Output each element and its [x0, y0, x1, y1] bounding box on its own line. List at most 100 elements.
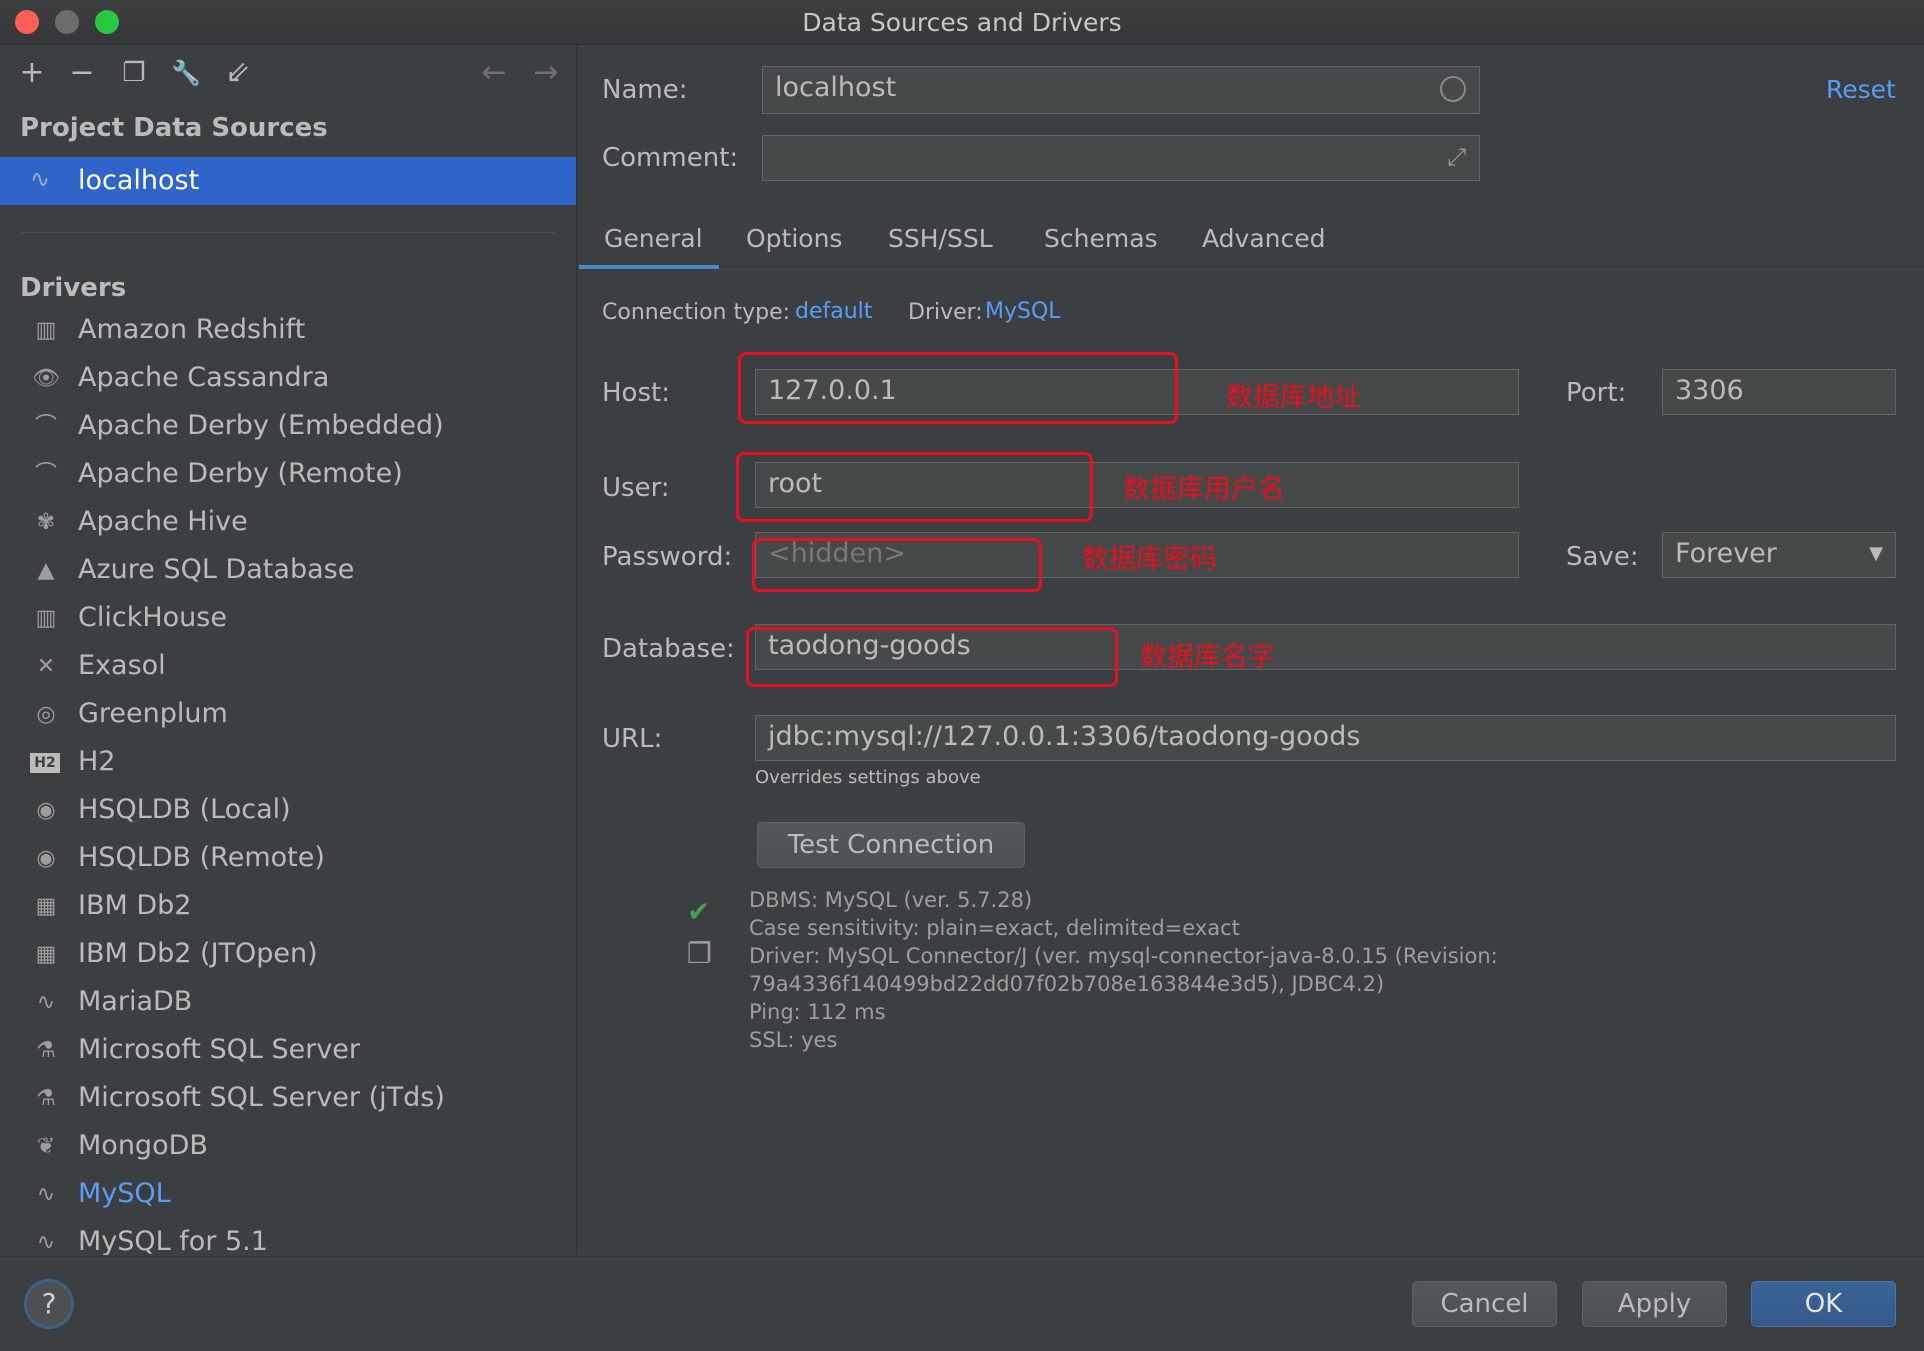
driver-label: H2 — [78, 746, 116, 777]
duplicate-icon[interactable]: ❐ — [116, 55, 152, 91]
driver-label: MariaDB — [78, 986, 193, 1017]
data-source-localhost[interactable]: ∿ localhost — [0, 157, 576, 205]
driver-label: Apache Derby (Embedded) — [78, 410, 444, 441]
mysql-dolphin-icon: ∿ — [36, 1230, 56, 1255]
driver-label: HSQLDB (Local) — [78, 794, 291, 825]
database-annotation-box — [746, 627, 1118, 687]
status-line-revision: 79a4336f140499bd22dd07f02b708e163844e3d5… — [749, 972, 1385, 996]
save-label: Save: — [1566, 542, 1639, 572]
database-annotation-text: 数据库名字 — [1140, 642, 1275, 673]
h2-icon: H2 — [30, 753, 60, 773]
derby-hat-icon: ⌒ — [34, 414, 57, 439]
ok-button[interactable]: OK — [1751, 1281, 1896, 1327]
driver-item-ibm-db2-jtopen[interactable]: ▦ IBM Db2 (JTOpen) — [0, 933, 576, 977]
dialog-footer: ? Cancel Apply OK — [0, 1256, 1924, 1351]
help-icon[interactable]: ? — [24, 1279, 74, 1329]
driver-item-apache-hive[interactable]: ✾ Apache Hive — [0, 501, 576, 545]
url-input[interactable]: jdbc:mysql://127.0.0.1:3306/taodong-good… — [755, 715, 1896, 761]
mariadb-seal-icon: ∿ — [36, 990, 56, 1015]
cassandra-eye-icon: 👁 — [32, 366, 60, 391]
mysql-dolphin-icon: ∿ — [36, 1182, 56, 1207]
driver-item-amazon-redshift[interactable]: ▥ Amazon Redshift — [0, 309, 576, 353]
copy-icon[interactable]: ❐ — [687, 937, 712, 970]
driver-label: Exasol — [78, 650, 166, 681]
check-mark-icon: ✔ — [687, 895, 711, 928]
reset-link[interactable]: Reset — [1826, 75, 1896, 104]
driver-label: Amazon Redshift — [78, 314, 306, 345]
driver-item-apache-derby-remote[interactable]: ⌒ Apache Derby (Remote) — [0, 453, 576, 497]
wrench-icon[interactable]: 🔧 — [168, 55, 204, 91]
password-label: Password: — [602, 542, 733, 572]
port-label: Port: — [1566, 378, 1627, 408]
tab-ssh-ssl[interactable]: SSH/SSL — [888, 224, 993, 253]
add-icon[interactable]: + — [14, 55, 50, 91]
driver-item-exasol[interactable]: ✕ Exasol — [0, 645, 576, 689]
drivers-title: Drivers — [20, 273, 127, 303]
ibm-db2-icon: ▦ — [35, 942, 57, 967]
driver-item-hsqldb-remote[interactable]: ◉ HSQLDB (Remote) — [0, 837, 576, 881]
test-connection-button[interactable]: Test Connection — [757, 822, 1025, 868]
color-circle-icon[interactable] — [1440, 76, 1466, 102]
save-select[interactable]: Forever ▼ — [1662, 532, 1896, 578]
driver-label: Apache Cassandra — [78, 362, 330, 393]
tab-schemas[interactable]: Schemas — [1044, 224, 1158, 253]
host-annotation-box — [738, 352, 1178, 424]
driver-item-apache-cassandra[interactable]: 👁 Apache Cassandra — [0, 357, 576, 401]
connection-type-label: Connection type: — [602, 300, 791, 325]
remove-icon[interactable]: − — [64, 55, 100, 91]
left-pane: + − ❐ 🔧 ⇙ ← → Project Data Sources ∿ loc… — [0, 45, 577, 1255]
driver-label: Microsoft SQL Server (jTds) — [78, 1082, 445, 1113]
tab-advanced[interactable]: Advanced — [1202, 224, 1326, 253]
sidebar-separator — [20, 232, 556, 233]
driver-item-microsoft-sql-server[interactable]: ⚗ Microsoft SQL Server — [0, 1029, 576, 1073]
driver-item-mysql-5-1[interactable]: ∿ MySQL for 5.1 — [0, 1221, 576, 1255]
comment-label: Comment: — [602, 143, 739, 173]
driver-item-mariadb[interactable]: ∿ MariaDB — [0, 981, 576, 1025]
host-label: Host: — [602, 378, 670, 408]
url-label: URL: — [602, 724, 663, 754]
back-arrow-icon[interactable]: ← — [476, 55, 512, 91]
redshift-icon: ▥ — [35, 318, 57, 343]
driver-item-clickhouse[interactable]: ▥ ClickHouse — [0, 597, 576, 641]
comment-input[interactable] — [762, 135, 1480, 181]
expand-icon[interactable]: ⤢ — [1447, 143, 1466, 171]
driver-link[interactable]: MySQL — [985, 299, 1061, 324]
exasol-x-icon: ✕ — [36, 654, 56, 679]
driver-item-microsoft-sql-server-jtds[interactable]: ⚗ Microsoft SQL Server (jTds) — [0, 1077, 576, 1121]
tab-general[interactable]: General — [604, 224, 703, 253]
host-annotation-text: 数据库地址 — [1226, 382, 1361, 413]
title-bar: Data Sources and Drivers — [0, 0, 1924, 45]
tab-options[interactable]: Options — [746, 224, 842, 253]
import-icon[interactable]: ⇙ — [220, 55, 256, 91]
right-pane: Name: localhost Reset Comment: ⤢ General… — [577, 45, 1924, 1255]
driver-label: ClickHouse — [78, 602, 227, 633]
port-input[interactable]: 3306 — [1662, 369, 1896, 415]
connection-type-link[interactable]: default — [795, 299, 872, 324]
driver-item-h2[interactable]: H2 H2 — [0, 741, 576, 785]
driver-item-apache-derby-embedded[interactable]: ⌒ Apache Derby (Embedded) — [0, 405, 576, 449]
status-line-ssl: SSL: yes — [749, 1028, 838, 1052]
password-annotation-text: 数据库密码 — [1082, 544, 1217, 575]
driver-item-ibm-db2[interactable]: ▦ IBM Db2 — [0, 885, 576, 929]
chevron-down-icon: ▼ — [1869, 543, 1883, 564]
sql-server-icon: ⚗ — [36, 1038, 56, 1063]
user-label: User: — [602, 473, 670, 503]
cancel-button[interactable]: Cancel — [1412, 1281, 1557, 1327]
driver-item-mongodb[interactable]: ❦ MongoDB — [0, 1125, 576, 1169]
dialog-window: Data Sources and Drivers + − ❐ 🔧 ⇙ ← → P… — [0, 0, 1924, 1351]
hsqldb-icon: ◉ — [36, 798, 56, 823]
driver-item-azure-sql-database[interactable]: ▲ Azure SQL Database — [0, 549, 576, 593]
forward-arrow-icon[interactable]: → — [528, 55, 564, 91]
driver-item-greenplum[interactable]: ◎ Greenplum — [0, 693, 576, 737]
azure-icon: ▲ — [37, 558, 55, 583]
ibm-db2-icon: ▦ — [35, 894, 57, 919]
status-line-driver: Driver: MySQL Connector/J (ver. mysql-co… — [749, 944, 1498, 968]
connection-status: DBMS: MySQL (ver. 5.7.28) Case sensitivi… — [749, 886, 1498, 1054]
greenplum-icon: ◎ — [36, 702, 56, 727]
driver-item-hsqldb-local[interactable]: ◉ HSQLDB (Local) — [0, 789, 576, 833]
driver-item-mysql[interactable]: ∿ MySQL — [0, 1173, 576, 1217]
name-input[interactable]: localhost — [762, 66, 1480, 114]
driver-label: Azure SQL Database — [78, 554, 355, 585]
apply-button[interactable]: Apply — [1582, 1281, 1727, 1327]
driver-label: MySQL — [78, 1178, 171, 1209]
